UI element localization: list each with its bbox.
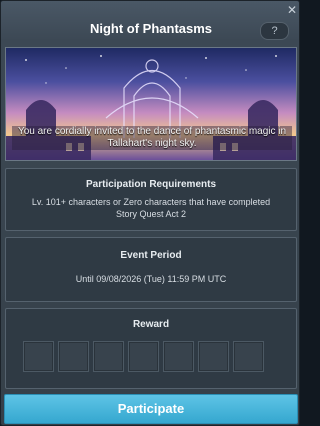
reward-slot[interactable] [58,341,89,372]
reward-slot[interactable] [198,341,229,372]
event-period-heading: Event Period [120,250,182,261]
reward-slot[interactable] [163,341,194,372]
reward-slot[interactable] [128,341,159,372]
event-period-panel: Event Period Until 09/08/2026 (Tue) 11:5… [5,237,297,302]
event-period-text: Until 09/08/2026 (Tue) 11:59 PM UTC [75,274,227,284]
reward-heading: Reward [132,319,170,330]
event-window: ✕ Night of Phantasms ? You are cordially… [0,0,300,426]
requirements-heading: Participation Requirements [85,179,217,190]
event-banner: You are cordially invited to the dance o… [5,47,297,161]
close-icon[interactable]: ✕ [286,4,298,16]
reward-slot[interactable] [93,341,124,372]
help-button[interactable]: ? [260,22,289,40]
window-title: Night of Phantasms [89,21,213,36]
requirements-line-1: Lv. 101+ characters or Zero characters t… [31,197,271,207]
reward-slot[interactable] [23,341,54,372]
reward-slot[interactable] [233,341,264,372]
requirements-panel: Participation Requirements Lv. 101+ char… [5,168,297,231]
banner-caption: You are cordially invited to the dance o… [12,126,292,150]
reward-slots [23,341,281,373]
requirements-line-2: Story Quest Act 2 [115,209,187,219]
reward-panel: Reward [5,308,297,389]
participate-button[interactable]: Participate [4,394,298,424]
requirements-text: Lv. 101+ characters or Zero characters t… [6,196,296,220]
